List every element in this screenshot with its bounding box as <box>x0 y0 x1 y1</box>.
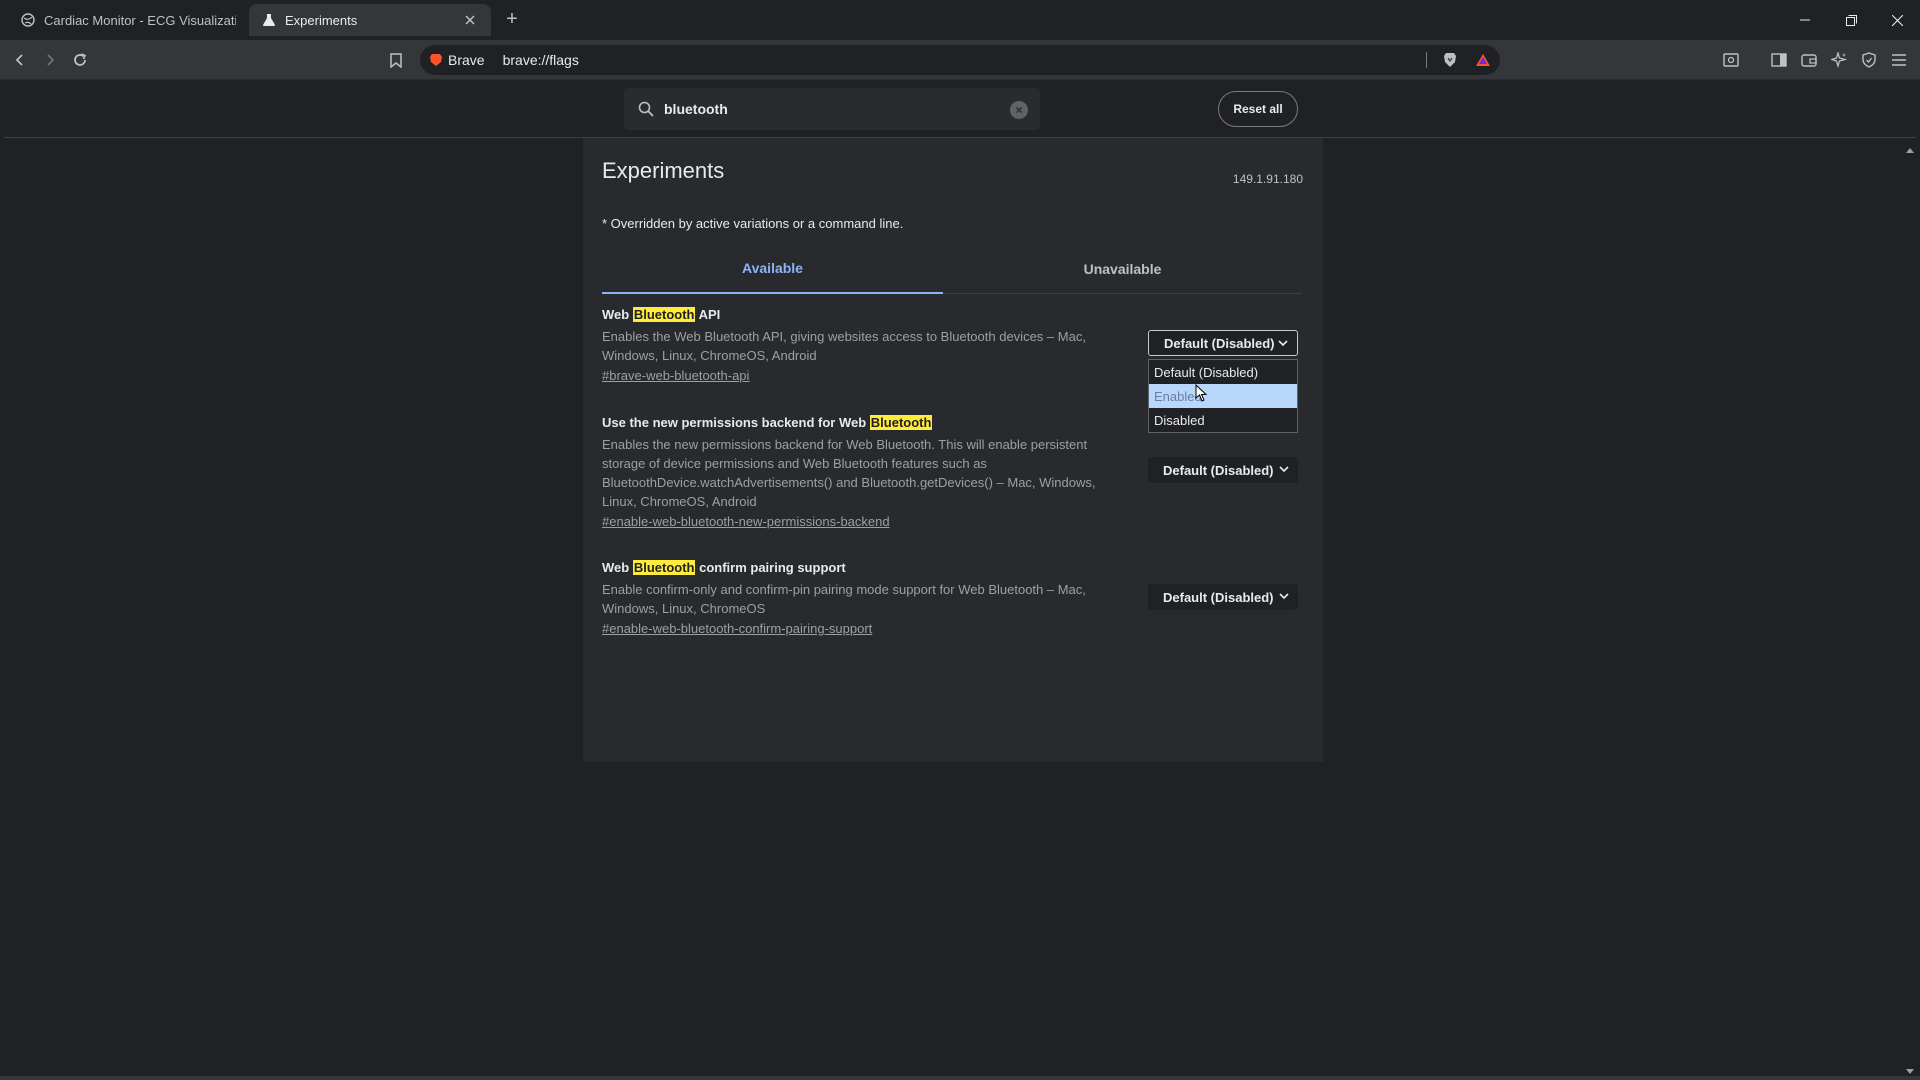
brave-rewards-icon[interactable] <box>1471 48 1495 72</box>
tab-title: Cardiac Monitor - ECG Visualization <box>44 12 236 28</box>
brave-logo-icon <box>430 54 442 66</box>
omnibox-brand: Brave <box>448 52 485 68</box>
flags-search-header: bluetooth × Reset all <box>4 81 1916 138</box>
option-disabled[interactable]: Disabled <box>1149 408 1297 432</box>
search-highlight: Bluetooth <box>632 307 696 322</box>
leo-ai-icon[interactable] <box>1827 48 1851 72</box>
screenshot-icon[interactable] <box>1719 48 1743 72</box>
omnibox-divider <box>1426 52 1427 68</box>
tab-unavailable[interactable]: Unavailable <box>943 244 1302 294</box>
brave-site-label: Brave <box>420 52 485 68</box>
chevron-down-icon <box>1277 336 1289 353</box>
sidebar-icon[interactable] <box>1767 48 1791 72</box>
select-dropdown-list: Default (Disabled) Enabled Disabled <box>1148 359 1298 433</box>
flag-description: Enables the Web Bluetooth API, giving we… <box>602 329 1086 363</box>
override-note: * Overridden by active variations or a c… <box>602 216 904 231</box>
close-window-icon[interactable] <box>1874 0 1920 40</box>
flask-icon <box>261 12 277 28</box>
mouse-cursor-icon <box>1195 383 1208 407</box>
search-input[interactable]: bluetooth <box>664 101 728 117</box>
flag-name: Web Bluetooth confirm pairing support <box>602 560 846 575</box>
option-default-disabled[interactable]: Default (Disabled) <box>1149 360 1297 384</box>
close-tab-icon[interactable] <box>461 11 479 29</box>
scroll-up-arrow-icon[interactable] <box>1906 142 1914 153</box>
select-value: Default (Disabled) <box>1164 335 1275 351</box>
flag-select-new-permissions-backend[interactable]: Default (Disabled) <box>1148 457 1298 483</box>
flags-search-box[interactable]: bluetooth × <box>624 88 1040 130</box>
flag-permalink[interactable]: #enable-web-bluetooth-confirm-pairing-su… <box>602 620 872 638</box>
minimize-icon[interactable] <box>1782 0 1828 40</box>
reset-all-button[interactable]: Reset all <box>1218 91 1298 127</box>
select-value: Default (Disabled) <box>1163 589 1274 605</box>
flag-select-confirm-pairing[interactable]: Default (Disabled) <box>1148 584 1298 610</box>
window-bottom-edge <box>0 1076 1920 1080</box>
scroll-down-arrow-icon[interactable] <box>1906 1062 1914 1074</box>
flag-select-web-bluetooth-api[interactable]: Default (Disabled) <box>1148 330 1298 356</box>
flags-tabs: Available Unavailable <box>602 244 1302 294</box>
tab-title: Experiments <box>285 12 358 28</box>
flag-description: Enable confirm-only and confirm-pin pair… <box>602 582 1086 616</box>
brave-shields-icon[interactable] <box>1438 48 1462 72</box>
wallet-icon[interactable] <box>1797 48 1821 72</box>
browser-toolbar: Brave brave://flags <box>0 40 1920 80</box>
flag-name: Web Bluetooth API <box>602 307 721 322</box>
select-value: Default (Disabled) <box>1163 462 1274 478</box>
version-label: 149.1.91.180 <box>1232 172 1303 186</box>
experiments-panel: Experiments 149.1.91.180 * Overridden by… <box>583 138 1323 762</box>
reload-icon[interactable] <box>68 48 92 72</box>
flag-permalink[interactable]: #enable-web-bluetooth-new-permissions-ba… <box>602 513 890 531</box>
tab-experiments[interactable]: Experiments <box>249 4 491 36</box>
page-title: Experiments <box>602 158 725 183</box>
tab-strip: Cardiac Monitor - ECG Visualization Expe… <box>0 0 1920 40</box>
flag-permalink[interactable]: #brave-web-bluetooth-api <box>602 367 749 385</box>
vpn-shield-icon[interactable] <box>1857 48 1881 72</box>
clear-search-icon[interactable]: × <box>1010 101 1028 119</box>
menu-icon[interactable] <box>1887 48 1911 72</box>
tab-cardiac-monitor[interactable]: Cardiac Monitor - ECG Visualization <box>8 4 248 36</box>
globe-icon <box>20 12 36 28</box>
search-highlight: Bluetooth <box>632 560 696 575</box>
bookmark-icon[interactable] <box>384 48 408 72</box>
omnibox-url[interactable]: brave://flags <box>503 52 579 68</box>
restore-icon[interactable] <box>1828 0 1874 40</box>
option-enabled[interactable]: Enabled <box>1149 384 1297 408</box>
address-bar[interactable]: Brave brave://flags <box>420 45 1500 75</box>
page-scrollbar[interactable] <box>1904 138 1916 1076</box>
tab-available[interactable]: Available <box>602 244 943 294</box>
chevron-down-icon <box>1278 462 1290 479</box>
search-highlight: Bluetooth <box>869 415 933 430</box>
back-arrow-icon[interactable] <box>8 48 32 72</box>
new-tab-button[interactable]: + <box>500 8 524 32</box>
search-icon <box>638 101 654 122</box>
chevron-down-icon <box>1278 589 1290 606</box>
flag-description: Enables the new permissions backend for … <box>602 437 1096 509</box>
forward-arrow-icon[interactable] <box>38 48 62 72</box>
